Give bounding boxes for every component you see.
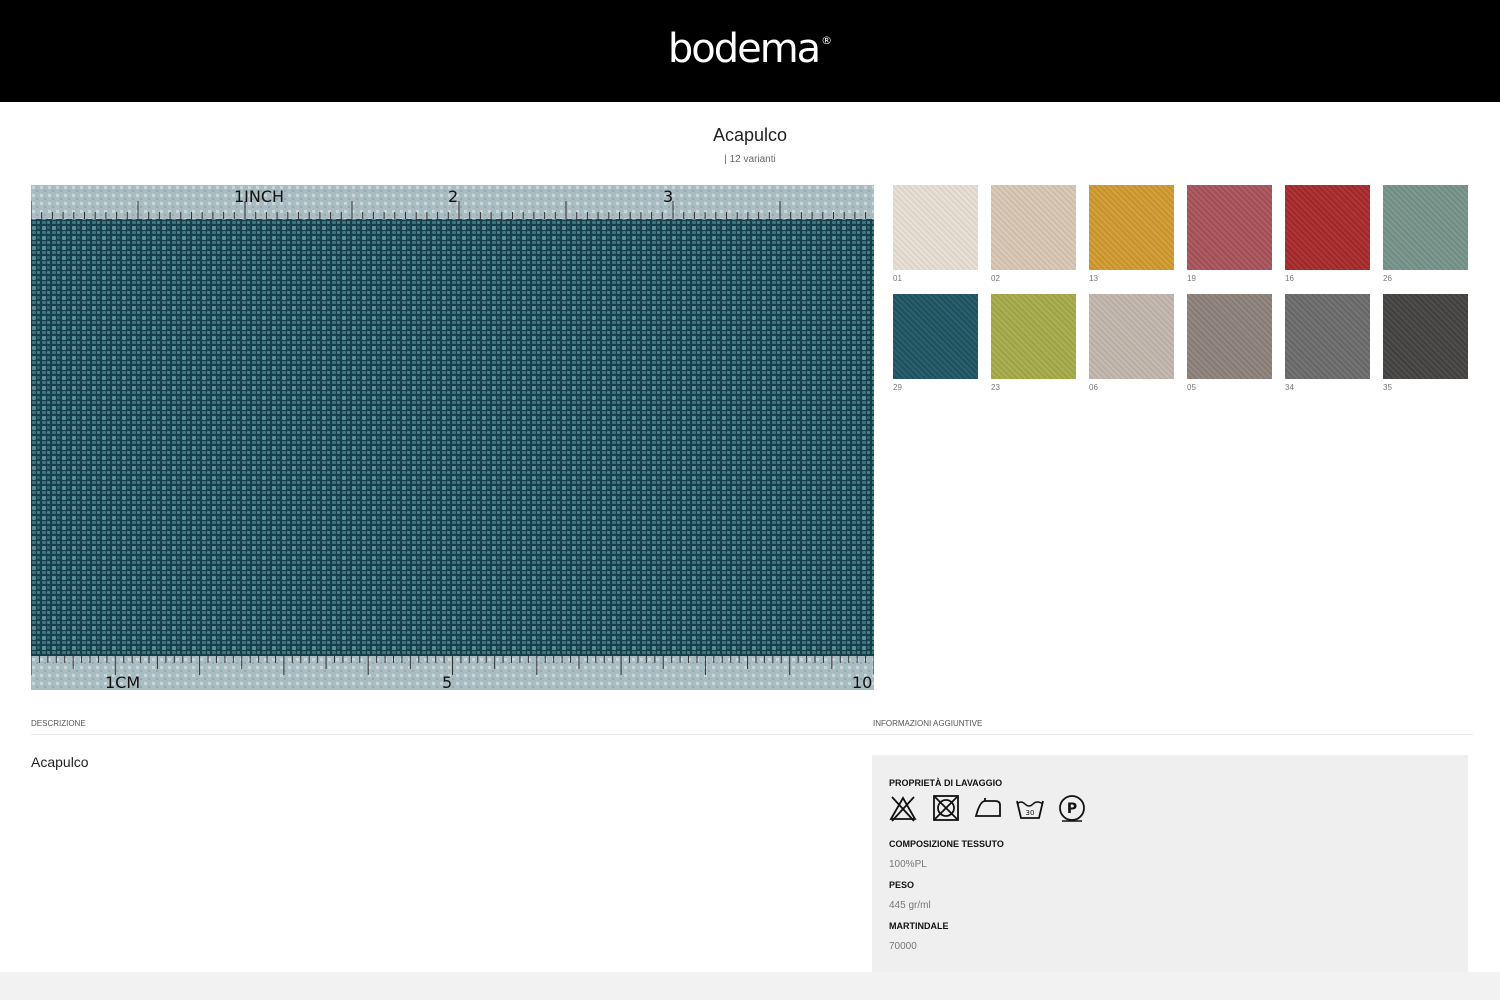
fabric-swatch-image: 1INCH 2 3 1CM 5 10: [31, 185, 874, 690]
variant-swatch[interactable]: 16: [1285, 185, 1370, 284]
ruler-label-5: 5: [442, 673, 452, 690]
ruler-label-2: 2: [448, 187, 458, 206]
variant-code: 35: [1383, 383, 1392, 392]
description-text: Acapulco: [31, 754, 89, 770]
variant-color-chip: [991, 294, 1076, 379]
washing-heading: PROPRIETÀ DI LAVAGGIO: [889, 778, 1003, 788]
main-fabric-swatch[interactable]: 1INCH 2 3 1CM 5 10: [31, 185, 874, 690]
variant-swatch[interactable]: 13: [1089, 185, 1174, 284]
additional-info-label: INFORMAZIONI AGGIUNTIVE: [873, 719, 983, 728]
dry-clean-p-icon: P: [1059, 795, 1085, 822]
variant-swatch[interactable]: 05: [1187, 294, 1272, 393]
martindale-heading: MARTINDALE: [889, 921, 949, 931]
wash-temperature: 30: [1026, 809, 1035, 817]
variant-color-chip: [1187, 185, 1272, 270]
martindale-value: 70000: [889, 941, 917, 952]
variant-color-chip: [1383, 294, 1468, 379]
variant-code: 34: [1285, 383, 1294, 392]
variant-swatch[interactable]: 19: [1187, 185, 1272, 284]
variant-color-chip: [1187, 294, 1272, 379]
dry-clean-letter: P: [1067, 801, 1077, 817]
variant-swatch[interactable]: 26: [1383, 185, 1468, 284]
variant-code: 13: [1089, 274, 1098, 283]
variant-color-chip: [991, 185, 1076, 270]
no-tumble-dry-icon: [933, 795, 959, 821]
variant-swatch[interactable]: 34: [1285, 294, 1370, 393]
ruler-label-1cm: 1CM: [105, 673, 140, 690]
iron-icon: [974, 798, 1001, 817]
composition-heading: COMPOSIZIONE TESSUTO: [889, 839, 1004, 849]
composition-value: 100%PL: [889, 859, 927, 870]
variant-code: 26: [1383, 274, 1392, 283]
variant-color-chip: [893, 294, 978, 379]
brand-logo[interactable]: bodema ®: [0, 26, 1500, 72]
ruler-label-3: 3: [663, 187, 673, 206]
variant-code: 29: [893, 383, 902, 392]
variant-color-chip: [1383, 185, 1468, 270]
registered-mark: ®: [821, 34, 833, 47]
variant-code: 02: [991, 274, 1000, 283]
variants-count: | 12 varianti: [724, 154, 776, 165]
variant-swatch[interactable]: 29: [893, 294, 978, 393]
variant-swatch[interactable]: 35: [1383, 294, 1468, 393]
ruler-label-10: 10: [852, 673, 872, 690]
site-header: bodema ®: [0, 0, 1500, 102]
variant-color-chip: [1285, 185, 1370, 270]
variant-code: 06: [1089, 383, 1098, 392]
variant-color-chip: [893, 185, 978, 270]
footer-bar: [0, 972, 1500, 1000]
variant-code: 23: [991, 383, 1000, 392]
variant-swatch[interactable]: 23: [991, 294, 1076, 393]
description-label: DESCRIZIONE: [31, 719, 86, 728]
variant-swatch[interactable]: 06: [1089, 294, 1174, 393]
variant-swatch[interactable]: 01: [893, 185, 978, 284]
brand-logo-text: bodema: [667, 26, 821, 72]
ruler-label-1inch: 1INCH: [234, 187, 284, 206]
section-headers: DESCRIZIONE INFORMAZIONI AGGIUNTIVE: [31, 719, 1473, 735]
variant-code: 16: [1285, 274, 1294, 283]
variant-swatch[interactable]: 02: [991, 185, 1076, 284]
additional-info-panel: PROPRIETÀ DI LAVAGGIO 30 P COMPOSIZIONE: [872, 755, 1468, 975]
weight-value: 445 gr/ml: [889, 900, 931, 911]
variant-code: 19: [1187, 274, 1196, 283]
fabric-weave: [31, 185, 874, 690]
variant-color-chip: [1285, 294, 1370, 379]
wash-30-icon: 30: [1016, 800, 1044, 819]
no-bleach-icon: [889, 796, 917, 822]
variant-code: 01: [893, 274, 902, 283]
weight-heading: PESO: [889, 880, 915, 890]
variant-code: 05: [1187, 383, 1196, 392]
product-title: Acapulco: [712, 125, 788, 145]
variant-color-chip: [1089, 294, 1174, 379]
variant-color-chip: [1089, 185, 1174, 270]
